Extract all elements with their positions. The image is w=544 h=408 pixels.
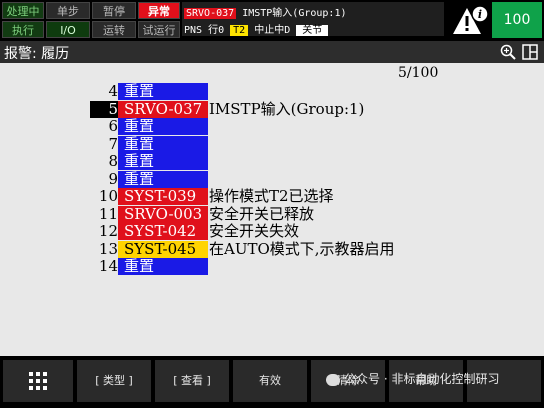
message-state: 中止中D [248, 25, 297, 36]
function-key-bar: [ 类型 ] [ 查看 ] 有效 清除 帮助 公众号 · 非标自动化控制研习 [0, 356, 544, 405]
alarm-code: SYST-042 [118, 223, 208, 240]
alarm-code: 重置 [118, 83, 208, 100]
warning-info-icon[interactable]: i [450, 4, 490, 36]
message-pns: PNS 行0 [184, 25, 231, 36]
alarm-row[interactable]: 11 SRVO-003 安全开关已释放 [0, 204, 544, 223]
alarm-description: IMSTP输入(Group:1) [209, 99, 365, 118]
type-button[interactable]: [ 类型 ] [77, 360, 151, 402]
svg-text:i: i [478, 8, 482, 21]
page-title: 报警: 履历 [4, 46, 70, 62]
alarm-code: 重置 [118, 258, 208, 275]
status-busy: 处理中 [2, 2, 44, 19]
alarm-number: 12 [98, 222, 118, 240]
status-hold: 暂停 [92, 2, 136, 19]
alarm-code: 重置 [118, 135, 208, 153]
message-bar: SRVO-037 IMSTP输入(Group:1) PNS 行0 T2 中止中D… [182, 2, 444, 36]
alarm-number: 14 [98, 257, 118, 275]
alarm-row[interactable]: 12 SYST-042 安全开关失效 [0, 223, 544, 240]
alarm-row[interactable]: 6 重置 [0, 118, 544, 135]
menu-button[interactable] [3, 360, 73, 402]
alarm-row[interactable]: 9 重置 [0, 169, 544, 188]
alarm-number: 10 [98, 187, 118, 205]
alarm-code: SRVO-037 [118, 100, 208, 118]
alarm-code: SYST-039 [118, 188, 208, 205]
alarm-row[interactable]: 8 重置 [0, 153, 544, 170]
watermark-text: 公众号 · 非标自动化控制研习 [344, 372, 500, 386]
message-code: SRVO-037 [184, 8, 237, 19]
alarm-number: 8 [108, 152, 118, 170]
page-indicator: 5/100 [398, 65, 439, 81]
alarm-code: 重置 [118, 153, 208, 170]
status-run: 执行 [2, 21, 44, 38]
alarm-number: 13 [98, 239, 118, 258]
watermark-overlay: 公众号 · 非标自动化控制研习 [326, 370, 499, 387]
alarm-description: 操作模式T2已选择 [209, 187, 334, 205]
status-io: I/O [46, 21, 90, 38]
alarm-row[interactable]: 5 SRVO-037 IMSTP输入(Group:1) [0, 99, 544, 118]
alarm-description: 在AUTO模式下,示教器启用 [209, 239, 395, 258]
alarm-code: 重置 [118, 118, 208, 135]
zoom-icon[interactable] [500, 44, 516, 60]
wechat-icon [326, 373, 340, 386]
alarm-row[interactable]: 13 SYST-045 在AUTO模式下,示教器启用 [0, 239, 544, 258]
alarm-code: 重置 [118, 170, 208, 188]
mode-t2-badge: T2 [230, 25, 249, 36]
alarm-number: 11 [98, 204, 118, 223]
alarm-number: 7 [108, 134, 118, 153]
alarm-row[interactable]: 4 重置 [0, 83, 544, 100]
override-button[interactable]: 100 [492, 2, 542, 38]
alarm-row[interactable]: 7 重置 [0, 134, 544, 153]
alarm-number: 9 [108, 169, 118, 188]
alarm-number: 4 [108, 82, 118, 100]
alarm-row[interactable]: 10 SYST-039 操作模式T2已选择 [0, 188, 544, 205]
alarm-number: 6 [108, 117, 118, 135]
status-prod: 运转 [92, 21, 136, 38]
alarm-history-panel: 5/100 4 重置 5 SRVO-037 IMSTP输入(Group:1) 6 重置 7 重置… [0, 63, 544, 356]
view-button[interactable]: [ 查看 ] [155, 360, 229, 402]
alarm-description: 安全开关已释放 [209, 204, 315, 223]
status-tcyc: 试运行 [138, 21, 180, 38]
alarm-description: 安全开关失效 [209, 222, 300, 240]
alarm-row[interactable]: 14 重置 [0, 258, 544, 275]
status-step: 单步 [46, 2, 90, 19]
split-window-icon[interactable] [522, 44, 538, 60]
valid-button[interactable]: 有效 [233, 360, 307, 402]
alarm-code: SRVO-003 [118, 205, 208, 223]
alarm-number: 5 [90, 100, 118, 118]
status-fault: 异常 [138, 2, 180, 19]
alarm-code: SYST-045 [118, 240, 208, 258]
coord-joint-badge: 关节 [296, 25, 329, 36]
grid-icon [29, 372, 47, 390]
screen-title-bar: 报警: 履历 [0, 41, 544, 63]
message-text: IMSTP输入(Group:1) [236, 8, 347, 19]
